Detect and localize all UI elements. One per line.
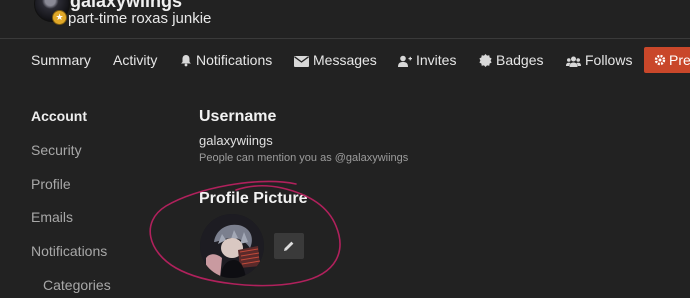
nav-activity[interactable]: Activity <box>113 44 157 76</box>
nav-badges[interactable]: Badges <box>479 44 543 76</box>
user-title: part-time roxas junkie <box>68 10 212 27</box>
preferences-button[interactable]: Pre <box>644 47 690 73</box>
profile-picture-heading: Profile Picture <box>199 190 308 207</box>
badge-certificate-icon <box>479 54 492 67</box>
profile-header: ★ galaxywiings part-time roxas junkie <box>0 0 690 39</box>
sidebar-item-account[interactable]: Account <box>31 108 87 124</box>
profile-picture <box>200 214 264 278</box>
nav-badges-label: Badges <box>496 52 544 68</box>
nav-messages-label: Messages <box>313 52 377 68</box>
edit-profile-picture-button[interactable] <box>274 233 304 259</box>
bell-icon <box>181 55 191 67</box>
mention-hint: People can mention you as @galaxywiings <box>199 152 409 164</box>
nav-follows-label: Follows <box>585 52 633 68</box>
pencil-icon <box>284 241 294 251</box>
nav-notifications-label: Notifications <box>196 52 273 68</box>
username-value: galaxywiings <box>199 133 273 148</box>
sidebar-item-categories[interactable]: Categories <box>43 277 111 293</box>
envelope-icon <box>294 56 309 67</box>
nav-summary[interactable]: Summary <box>31 44 91 76</box>
user-nav: Summary Activity Notifications Messages … <box>0 44 690 76</box>
nav-invites[interactable]: Invites <box>398 44 456 76</box>
user-plus-icon <box>398 55 412 67</box>
nav-follows[interactable]: Follows <box>566 44 632 76</box>
user-flair-icon: ★ <box>52 10 67 25</box>
username-heading: Username <box>199 108 277 125</box>
nav-invites-label: Invites <box>416 52 457 68</box>
sidebar-item-emails[interactable]: Emails <box>31 209 73 225</box>
sidebar-item-security[interactable]: Security <box>31 142 82 158</box>
gear-icon <box>654 54 666 66</box>
nav-activity-label: Activity <box>113 52 158 68</box>
preferences-label: Pre <box>669 52 690 68</box>
nav-messages[interactable]: Messages <box>294 44 377 76</box>
nav-summary-label: Summary <box>31 52 91 68</box>
sidebar-item-notifications[interactable]: Notifications <box>31 243 107 259</box>
users-icon <box>566 56 581 67</box>
sidebar-item-profile[interactable]: Profile <box>31 176 71 192</box>
nav-notifications[interactable]: Notifications <box>180 44 272 76</box>
profile-picture-image <box>200 214 264 278</box>
